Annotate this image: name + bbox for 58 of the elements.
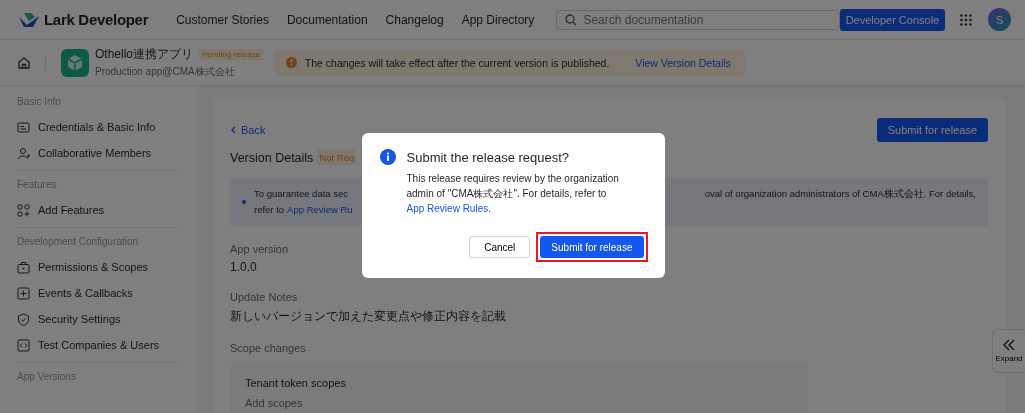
plus-square-icon [17,286,30,300]
section-label: Scope changes [230,342,306,354]
add-features-icon [17,203,30,217]
user-avatar[interactable]: S [988,8,1011,31]
briefcase-icon [17,260,30,274]
logo-icon [18,11,40,28]
view-version-details-link[interactable]: View Version Details [635,56,731,69]
status-tag: Not Req [317,150,357,165]
sidebar-item[interactable]: Events & Callbacks [17,280,177,306]
info-icon [379,149,396,165]
scope-subtitle: Add scopes [245,397,304,409]
search-field[interactable]: Search documentation [556,9,840,30]
back-link[interactable]: Back [230,124,266,136]
field-value: 新しいバージョンで加えた変更点や修正内容を記載 [230,308,506,325]
search-input[interactable]: Search documentation [583,12,824,27]
dialog-title: Submit the release request? [406,149,570,165]
cancel-button[interactable]: Cancel [469,236,531,258]
app-name: Othello連携アプリ [95,46,194,63]
field-label: Update Notes [230,291,298,303]
field-value: 1.0.0 [230,260,257,274]
apps-grid-icon[interactable] [960,13,973,26]
sidebar-item[interactable]: Collaborative Members [17,140,177,166]
submit-for-release-button[interactable]: Submit for release [540,236,644,258]
sidebar-item[interactable]: Add Features [17,197,177,223]
banner-message: The changes will take effect after the current version is published. [304,56,610,69]
page-title: Version Details [230,150,314,165]
brand-name[interactable]: Lark Developer [44,11,149,28]
sidebar-item[interactable]: Test Companies & Users [17,332,177,358]
notice-text: oval of organization administrators of CMA株式会社. For details, [704,187,976,201]
scope-group-title: Tenant token scopes [245,377,347,389]
code-icon [17,338,30,352]
sidebar-item[interactable]: Credentials & Basic Info [17,114,177,140]
nav-link[interactable]: App Directory [461,12,535,27]
expand-button[interactable]: Expand [992,329,1025,373]
developer-console-button[interactable]: Developer Console [839,8,946,31]
id-card-icon [17,120,30,134]
nav-link[interactable]: Documentation [286,12,368,27]
notice-text: To guarantee data sec [254,187,348,201]
double-chevron-icon [1002,339,1016,351]
sidebar-section-title: Features [17,179,58,190]
shield-icon [17,312,30,326]
app-cube-icon [61,48,89,77]
add-person-icon [17,146,30,160]
status-tag: Pending release [199,49,263,60]
nav-link[interactable]: Customer Stories [176,12,269,27]
chevron-left-icon [230,126,236,134]
dialog-message: This release requires review by the organization admin of "CMA株式会社". For details, refer to App Review Rules. [406,172,620,216]
search-icon [565,13,578,26]
submit-for-release-button[interactable]: Submit for release [876,118,988,142]
warning-icon [285,57,297,68]
notice-text: refer to [254,204,285,215]
nav-link[interactable]: Changelog [385,12,444,27]
app-review-rules-link[interactable]: App Review Ru [287,204,353,215]
sidebar-item[interactable]: Permissions & Scopes [17,254,177,280]
app-subtitle: Production app@CMA株式会社 [95,65,236,79]
field-label: App version [230,243,289,255]
sidebar-item[interactable]: Security Settings [17,306,177,332]
home-icon[interactable] [17,55,31,70]
